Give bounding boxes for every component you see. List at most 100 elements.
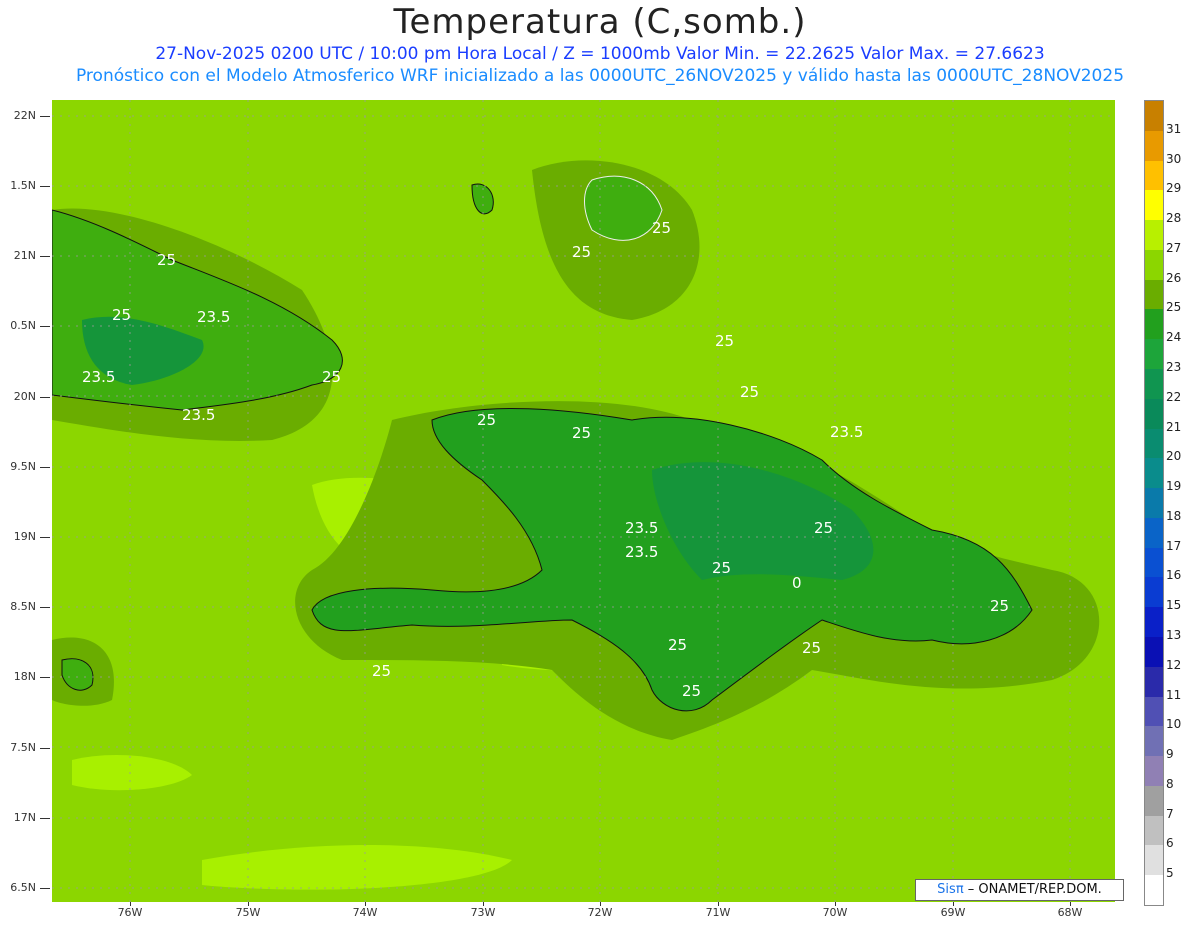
- lon-tick-label: 69W: [940, 906, 966, 919]
- lat-tick-mark: [40, 467, 50, 468]
- contour-label: 25: [802, 639, 821, 657]
- colorbar-cell: [1145, 160, 1163, 191]
- lat-tick-label: 1.5N: [10, 179, 36, 192]
- lat-tick-label: 20N: [13, 390, 36, 403]
- colorbar-cell: [1145, 428, 1163, 459]
- colorbar-cell: [1145, 517, 1163, 549]
- lat-tick-mark: [40, 537, 50, 538]
- colorbar-label: 21: [1166, 419, 1182, 434]
- contour-label: 25: [990, 597, 1009, 615]
- temperature-colorbar: [1144, 100, 1164, 906]
- colorbar-cell: [1145, 607, 1163, 638]
- colorbar-label: 27: [1166, 240, 1182, 255]
- colorbar-label: 18: [1166, 508, 1182, 523]
- contour-label: 25: [682, 682, 701, 700]
- contour-label: 25: [477, 411, 496, 429]
- lon-tick-mark: [953, 902, 954, 906]
- lon-tick-mark: [248, 902, 249, 906]
- map-subtitle-time: 27-Nov-2025 0200 UTC / 10:00 pm Hora Loc…: [155, 44, 1045, 64]
- colorbar-label: 9: [1166, 747, 1174, 762]
- contour-label: 25: [668, 636, 687, 654]
- lat-tick-mark: [40, 186, 50, 187]
- contour-label: 25: [572, 243, 591, 261]
- contour-label: 23.5: [625, 543, 658, 561]
- lon-tick-label: 70W: [822, 906, 848, 919]
- colorbar-label: 24: [1166, 330, 1182, 345]
- lon-tick-label: 73W: [470, 906, 496, 919]
- colorbar-label: 8: [1166, 776, 1174, 791]
- lat-tick-mark: [40, 256, 50, 257]
- contour-label: 25: [157, 251, 176, 269]
- colorbar-label: 7: [1166, 806, 1174, 821]
- colorbar-label: 10: [1166, 717, 1182, 732]
- colorbar-cell: [1145, 190, 1163, 221]
- lat-tick-label: 8.5N: [10, 600, 36, 613]
- colorbar-label: 16: [1166, 568, 1182, 583]
- lat-tick-mark: [40, 818, 50, 819]
- contour-label: 23.5: [625, 519, 658, 537]
- colorbar-label: 23: [1166, 360, 1182, 374]
- colorbar-label: 6: [1166, 836, 1174, 851]
- lat-tick-mark: [40, 397, 50, 398]
- contour-label: 25: [715, 332, 734, 350]
- colorbar-cell: [1145, 101, 1163, 132]
- colorbar-label: 11: [1166, 687, 1182, 702]
- contour-label: 25: [814, 519, 833, 537]
- sispi-logo: Sis: [937, 882, 956, 897]
- lat-tick-mark: [40, 326, 50, 327]
- lat-tick-mark: [40, 748, 50, 749]
- colorbar-cell: [1145, 279, 1163, 310]
- lon-tick-mark: [718, 902, 719, 906]
- lon-tick-label: 74W: [352, 906, 378, 919]
- lat-tick-label: 6.5N: [10, 881, 36, 894]
- colorbar-cell: [1145, 845, 1163, 876]
- temperature-map[interactable]: 25 25 23.5 23.5 23.5 25 25 25 25 25 25 25 23.5 23.5 23…: [52, 100, 1115, 902]
- colorbar-cell: [1145, 369, 1163, 400]
- lat-tick-label: 0.5N: [10, 319, 36, 332]
- lon-tick-mark: [835, 902, 836, 906]
- colorbar-label: 17: [1166, 538, 1182, 553]
- colorbar-cell: [1145, 726, 1163, 757]
- lon-tick-mark: [600, 902, 601, 906]
- pi-glyph: π: [955, 882, 964, 897]
- contour-label: 23.5: [182, 406, 215, 424]
- lon-tick-mark: [365, 902, 366, 906]
- colorbar-label: 13: [1166, 628, 1182, 642]
- colorbar-cell: [1145, 696, 1163, 727]
- contour-label: 0: [792, 574, 802, 592]
- colorbar-cell: [1145, 309, 1163, 340]
- lon-tick-label: 76W: [117, 906, 143, 919]
- lat-tick-label: 19N: [13, 530, 36, 543]
- contour-label: 23.5: [830, 423, 863, 441]
- map-subtitle-model: Pronóstico con el Modelo Atmosferico WRF…: [75, 66, 1125, 86]
- colorbar-label: 15: [1166, 598, 1182, 613]
- credit-box: Sisπ – ONAMET/REP.DOM.: [915, 879, 1124, 901]
- lat-tick-label: 9.5N: [10, 460, 36, 473]
- colorbar-cell: [1145, 815, 1163, 846]
- colorbar-cell: [1145, 339, 1163, 370]
- colorbar-cell: [1145, 249, 1163, 281]
- contour-label: 25: [572, 424, 591, 442]
- map-canvas: 25 25 23.5 23.5 23.5 25 25 25 25 25 25 25 23.5 23.5 23…: [52, 100, 1115, 902]
- contour-label: 25: [372, 662, 391, 680]
- map-title: Temperatura (C,somb.): [393, 2, 807, 42]
- lon-tick-mark: [1070, 902, 1071, 906]
- contour-label: 23.5: [82, 368, 115, 386]
- contour-label: 25: [322, 368, 341, 386]
- colorbar-cell: [1145, 756, 1163, 787]
- lat-tick-mark: [40, 677, 50, 678]
- credit-org: – ONAMET/REP.DOM.: [967, 882, 1102, 897]
- lon-tick-label: 72W: [587, 906, 613, 919]
- colorbar-label: 31: [1166, 121, 1182, 136]
- colorbar-cell: [1145, 458, 1163, 489]
- colorbar-cell: [1145, 875, 1163, 906]
- lon-tick-mark: [483, 902, 484, 906]
- colorbar-label: 28: [1166, 211, 1182, 226]
- lat-tick-label: 7.5N: [10, 741, 36, 754]
- colorbar-label: 12: [1166, 657, 1182, 672]
- colorbar-cell: [1145, 785, 1163, 817]
- colorbar-label: 22: [1166, 389, 1182, 404]
- contour-label: 25: [712, 559, 731, 577]
- colorbar-cell: [1145, 637, 1163, 668]
- contour-label: 25: [112, 306, 131, 324]
